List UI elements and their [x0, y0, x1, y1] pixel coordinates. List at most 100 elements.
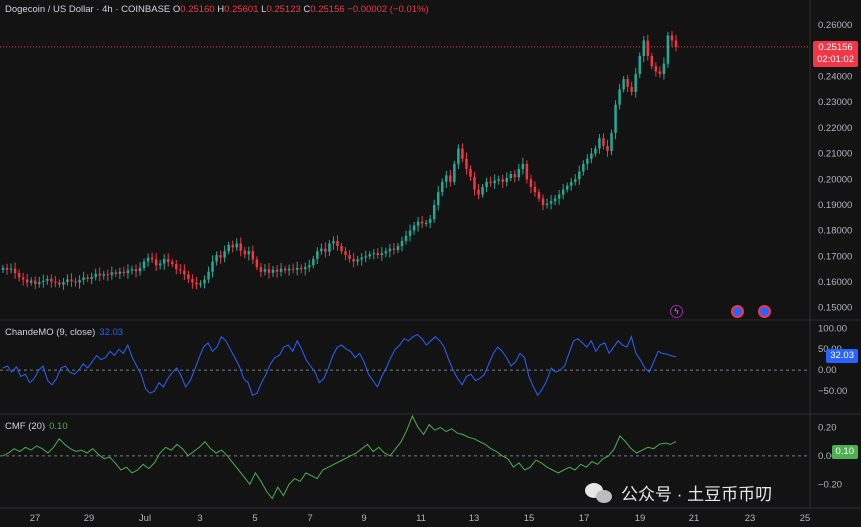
candle-body — [505, 177, 508, 182]
candle-body — [183, 270, 186, 275]
symbol-label[interactable]: Dogecoin / US Dollar · 4h · COINBASE — [5, 4, 170, 15]
candle-body — [94, 273, 97, 277]
candle-body — [348, 255, 351, 259]
candle-body — [271, 269, 275, 273]
candle-body — [509, 174, 513, 178]
candle-body — [308, 265, 311, 268]
chande-tick-label: 100.00 — [818, 323, 847, 334]
candle-body — [445, 175, 448, 182]
candle-body — [316, 251, 319, 259]
candle-body — [618, 89, 621, 105]
candle-body — [283, 268, 287, 271]
candle-body — [376, 253, 380, 256]
candle-body — [666, 35, 670, 64]
candle-body — [356, 259, 359, 262]
close-value: 0.25156 — [310, 4, 345, 15]
candle-body — [622, 79, 625, 90]
high-value: 0.25601 — [224, 4, 259, 15]
candle-body — [138, 267, 142, 272]
candle-body — [529, 179, 533, 187]
candle-body — [17, 273, 21, 278]
candle-body — [638, 55, 641, 74]
cmf-value: 0.10 — [49, 421, 68, 432]
candle-body — [275, 269, 279, 272]
candle-body — [207, 271, 210, 280]
candle-body — [553, 198, 557, 202]
candle-body — [517, 169, 521, 178]
candle-body — [396, 246, 400, 250]
candle-body — [130, 269, 134, 271]
chande-legend[interactable]: ChandeMO (9, close) 32.03 — [5, 327, 123, 338]
watermark-text: 公众号 · 土豆币币叨 — [621, 485, 773, 504]
candle-body — [203, 279, 206, 284]
candle-body — [469, 169, 472, 177]
candle-body — [102, 274, 105, 276]
price-tick-label: 0.24000 — [818, 72, 852, 83]
candle-body — [259, 267, 263, 272]
candle-body — [557, 194, 561, 199]
candle-body — [255, 259, 259, 268]
candle-body — [364, 256, 367, 258]
candle-body — [412, 225, 416, 231]
chande-value-badge: 32.03 — [826, 349, 858, 363]
dividend-event-icon[interactable]: ϟ — [670, 305, 683, 318]
price-tick-label: 0.19000 — [818, 200, 852, 211]
candle-body — [537, 192, 541, 199]
candle-body — [86, 277, 89, 279]
candle-body — [368, 254, 371, 257]
candle-body — [126, 270, 130, 274]
candle-body — [384, 251, 388, 254]
candle-body — [569, 181, 573, 186]
candle-body — [122, 271, 126, 274]
candle-body — [150, 257, 154, 260]
price-tick-label: 0.18000 — [818, 226, 852, 237]
candle-body — [158, 263, 162, 266]
candle-body — [1, 267, 5, 270]
candle-body — [171, 261, 174, 265]
candle-body — [586, 158, 589, 164]
candle-body — [38, 282, 41, 285]
chart-canvas[interactable]: 0.260000.250000.240000.230000.220000.210… — [0, 0, 861, 527]
candle-body — [251, 251, 255, 260]
price-tick-label: 0.23000 — [818, 97, 852, 108]
chande-value: 32.03 — [99, 327, 124, 338]
candle-body — [154, 259, 158, 266]
candle-body — [388, 248, 392, 252]
candle-body — [33, 280, 37, 285]
candle-body — [166, 258, 170, 262]
candle-body — [13, 268, 17, 274]
time-tick-label: Jul — [139, 513, 151, 524]
candle-body — [324, 248, 327, 252]
candle-body — [646, 40, 650, 56]
candle-body — [380, 253, 384, 256]
candle-body — [598, 138, 601, 149]
candle-body — [416, 221, 420, 226]
candle-body — [436, 192, 440, 205]
candle-body — [477, 189, 480, 195]
candle-body — [340, 246, 343, 252]
candle-countdown: 02:01:02 — [817, 54, 854, 65]
candle-body — [312, 258, 315, 266]
candle-body — [404, 235, 408, 241]
candle-body — [457, 148, 460, 164]
candle-body — [473, 176, 476, 190]
us-flag-event-icon[interactable] — [758, 305, 771, 318]
candle-body — [428, 219, 432, 223]
candle-body — [295, 267, 299, 270]
last-price: 0.25156 — [818, 42, 853, 53]
candle-body — [642, 40, 646, 56]
candle-body — [179, 269, 182, 271]
candle-body — [565, 185, 569, 190]
candle-body — [658, 71, 662, 74]
candle-body — [70, 279, 73, 282]
us-flag-event-icon[interactable] — [731, 305, 744, 318]
time-tick-label: 3 — [197, 513, 202, 524]
chart-root: 0.260000.250000.240000.230000.220000.210… — [0, 0, 861, 527]
candle-body — [191, 278, 194, 283]
time-tick-label: 15 — [524, 513, 535, 524]
candle-body — [521, 163, 525, 169]
cmf-legend[interactable]: CMF (20) 0.10 — [5, 421, 68, 432]
candle-body — [54, 281, 57, 283]
price-tick-label: 0.17000 — [818, 251, 852, 262]
candle-body — [626, 79, 629, 87]
